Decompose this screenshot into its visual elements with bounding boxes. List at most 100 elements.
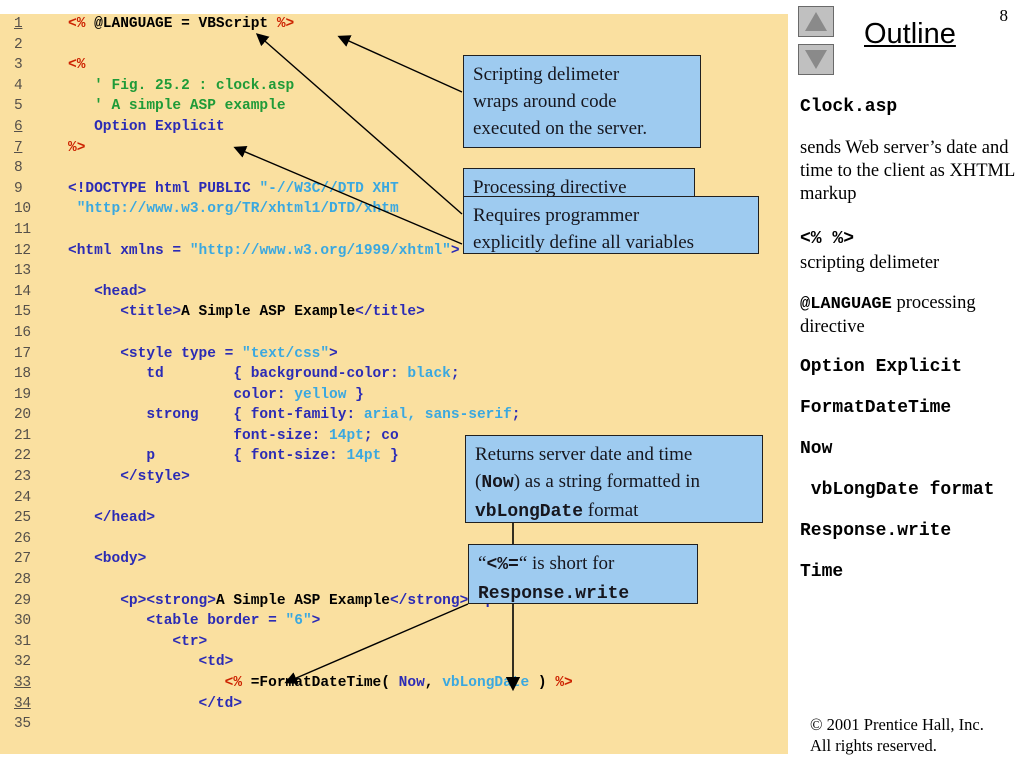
code-line-number: 35 — [14, 716, 31, 733]
callout-option-explicit: Requires programmer explicitly define all… — [463, 196, 759, 254]
code-line-text: <html xmlns = "http://www.w3.org/1999/xh… — [68, 241, 460, 262]
code-token: } — [346, 386, 364, 403]
code-line-number: 22 — [14, 448, 31, 465]
code-line-text: <% @LANGUAGE = VBScript %> — [68, 14, 294, 35]
triangle-up-icon — [805, 12, 827, 31]
code-line: 17 <style type = "text/css"> — [0, 344, 788, 365]
code-token: > — [329, 345, 338, 362]
code-token: @LANGUAGE = VBScript — [94, 16, 277, 32]
code-line-number: 30 — [14, 613, 31, 630]
page-number: 8 — [999, 6, 1009, 25]
code-token: font-size: — [68, 427, 330, 444]
code-token: <body> — [68, 551, 147, 568]
code-line-text: <title>A Simple ASP Example</title> — [68, 302, 425, 323]
code-token: ' A simple ASP example — [68, 98, 286, 115]
code-token: ; — [511, 407, 521, 424]
code-line-number: 24 — [14, 489, 31, 506]
code-line-text: <!DOCTYPE html PUBLIC "-//W3C//DTD XHT — [68, 179, 399, 200]
code-token: ) — [529, 675, 556, 691]
outline-entries: <% %> scripting delimeter @LANGUAGE proces… — [800, 228, 1016, 602]
outline-entry-text: @LANGUAGE processing directive — [800, 293, 976, 337]
code-line: 19 color: yellow } — [0, 385, 788, 406]
code-line-number: 12 — [14, 242, 31, 259]
callout-response-write: “<%=“ is short for Response.write — [468, 544, 698, 604]
code-line-text: <table border = "6"> — [68, 611, 320, 632]
code-token: =FormatDateTime( — [250, 675, 399, 691]
outline-entry: <% %> scripting delimeter — [800, 228, 1016, 292]
code-line: 20 strong { font-family: arial, sans-ser… — [0, 405, 788, 426]
code-token: arial, sans-serif — [363, 407, 512, 424]
code-line-number: 20 — [14, 407, 31, 424]
code-line-text: color: yellow } — [68, 385, 364, 406]
code-line-number: 3 — [14, 57, 23, 74]
code-token: ; co — [363, 427, 399, 444]
code-token: p { font-size: — [68, 448, 347, 465]
code-token: yellow — [294, 386, 347, 403]
code-line-number: 29 — [14, 592, 31, 609]
callout-format-date-time: Returns server date and time (Now) as a s… — [465, 435, 763, 523]
code-line-text: <% — [68, 55, 85, 76]
code-token: <!DOCTYPE html PUBLIC — [68, 180, 260, 197]
code-token: </td> — [68, 695, 243, 712]
code-line-number: 8 — [14, 160, 23, 177]
copyright-footer: © 2001 Prentice Hall, Inc. All rights re… — [810, 714, 984, 756]
code-line: 1 <% @LANGUAGE = VBScript %> — [0, 14, 788, 35]
code-line-number: 6 — [14, 118, 23, 135]
code-token: strong { font-family: — [68, 407, 364, 424]
code-line-number: 11 — [14, 221, 31, 238]
copyright-line-2: All rights reserved. — [810, 736, 937, 755]
code-line-number: 27 — [14, 551, 31, 568]
code-token: <% — [68, 675, 251, 691]
code-line: 32 <td> — [0, 652, 788, 673]
outline-entry-code: <% %> — [800, 229, 855, 249]
callout-scripting-delimiter: Scripting delimeter wraps around code exec… — [463, 55, 701, 148]
code-token: color: — [68, 386, 295, 403]
code-line-text: font-size: 14pt; co — [68, 426, 399, 447]
code-line-text: </style> — [68, 467, 190, 488]
outline-entry: vbLongDate format — [800, 479, 1016, 520]
outline-heading: Clock.asp — [800, 97, 898, 117]
code-token: Option Explicit — [94, 118, 225, 135]
outline-title: Outline — [864, 18, 956, 50]
code-line-number: 21 — [14, 427, 31, 444]
code-line: 33 <% =FormatDateTime( Now, vbLongDate )… — [0, 673, 788, 694]
code-token: td { background-color: — [68, 366, 408, 383]
code-line: 15 <title>A Simple ASP Example</title> — [0, 302, 788, 323]
code-token: <table border = — [68, 613, 286, 630]
code-line: 16 — [0, 323, 788, 344]
outline-entry: Response.write — [800, 520, 1016, 561]
code-token: <p><strong> — [68, 592, 216, 609]
code-token: "-//W3C//DTD XHT — [259, 180, 399, 197]
code-token: vbLongDate — [442, 675, 530, 691]
code-token: A Simple ASP Example — [215, 592, 390, 609]
code-line-text: <style type = "text/css"> — [68, 344, 338, 365]
outline-entry-code: @LANGUAGE — [800, 295, 892, 314]
code-line-text: <body> — [68, 549, 146, 570]
code-line-number: 5 — [14, 98, 23, 115]
slide-root: 1 <% @LANGUAGE = VBScript %> 2 3 <% 4 ' Fig. … — [0, 0, 1024, 768]
outline-entry: Time — [800, 561, 1016, 602]
code-token: <tr> — [68, 633, 208, 650]
outline-entry: Now — [800, 438, 1016, 479]
next-slide-button[interactable] — [798, 44, 834, 75]
code-line-number: 16 — [14, 324, 31, 341]
code-token: , — [424, 675, 443, 691]
code-line-number: 7 — [14, 139, 23, 156]
outline-entry: Option Explicit — [800, 356, 1016, 397]
code-line-number: 25 — [14, 510, 31, 527]
triangle-down-icon — [805, 50, 827, 69]
code-line-number: 34 — [14, 695, 31, 712]
code-token: black — [407, 366, 451, 383]
outline-entry-code: FormatDateTime — [800, 398, 952, 418]
previous-slide-button[interactable] — [798, 6, 834, 37]
outline-entry-code: vbLongDate format — [800, 480, 995, 500]
code-token: %> — [68, 139, 86, 156]
code-line-number: 19 — [14, 386, 31, 403]
code-line-number: 4 — [14, 77, 23, 94]
code-line-number: 32 — [14, 654, 31, 671]
